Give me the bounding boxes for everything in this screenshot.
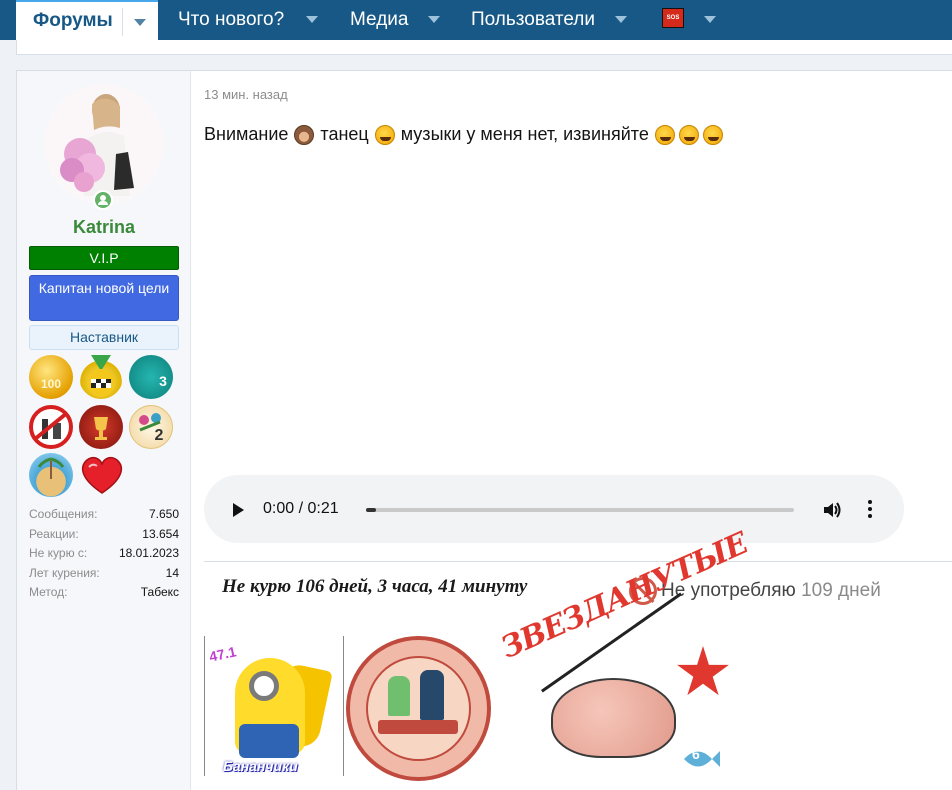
stat-value: 14 — [165, 565, 179, 580]
nav-tab-members[interactable]: Пользователи — [471, 0, 641, 40]
post-body: Внимание танец музыки у меня нет, извиня… — [204, 124, 723, 145]
message-content: 13 мин. назад Внимание танец музыки у ме… — [191, 71, 952, 790]
cup-trophy-icon[interactable] — [79, 405, 123, 449]
stat-label: Сообщения: — [29, 507, 98, 521]
audio-player: 0:00 / 0:21 — [204, 475, 904, 543]
heart-icon[interactable] — [79, 455, 125, 495]
sub-nav-bar — [16, 40, 952, 55]
avatar-image — [44, 84, 164, 204]
counter-value: 109 дней — [801, 580, 881, 601]
post-text: Внимание — [204, 124, 289, 144]
rolling-laughing-icon — [678, 124, 699, 145]
audio-time: 0:00 / 0:21 — [263, 500, 339, 517]
stat-value: Табекс — [140, 585, 179, 599]
image-number: 47.1 — [207, 643, 238, 665]
nav-tab-label: Форумы — [33, 10, 113, 31]
rolling-laughing-icon — [654, 124, 675, 145]
stat-row: Реакции: 13.654 — [29, 525, 179, 545]
trophy-label: 100 — [40, 377, 62, 391]
nav-tab-whats-new[interactable]: Что нового? — [178, 0, 328, 40]
chevron-down-icon[interactable] — [428, 16, 440, 23]
stat-label: Лет курения: — [29, 565, 100, 580]
stat-value: 18.01.2023 — [118, 546, 179, 560]
user-stats: Сообщения: 7.650 Реакции: 13.654 Не курю с… — [29, 505, 179, 603]
stat-label: Метод: — [29, 585, 68, 599]
stat-row: Метод: Табекс — [29, 583, 179, 603]
medal-100-icon[interactable]: 100 — [29, 355, 73, 399]
signature-image-month-badge: Месячник по отказу от пищевых пристрасти… — [346, 636, 491, 781]
image-badge: 6 — [692, 746, 700, 762]
audio-seek-bar[interactable] — [366, 508, 794, 512]
nav-tab-label: Что нового? — [178, 9, 285, 30]
signature-image-brain: ЗВЕЗДАНУТЫЕ 6 — [496, 526, 753, 786]
user-cell: Katrina V.I.P Капитан новой цели Наставн… — [17, 71, 191, 790]
signature-divider — [204, 561, 952, 562]
no-drinking-icon[interactable] — [29, 405, 73, 449]
sos-label: SOS — [666, 15, 680, 21]
image-caption: Бананчики — [223, 758, 298, 774]
volume-icon[interactable] — [822, 500, 842, 520]
emoji-group — [654, 124, 723, 145]
flowers-2-icon[interactable]: 2 — [129, 405, 173, 449]
nav-tab-label: Пользователи — [471, 9, 596, 30]
fish-icon — [684, 751, 720, 767]
post-text: танец — [320, 124, 369, 144]
sos-icon[interactable]: SOS — [662, 8, 684, 28]
chevron-down-icon[interactable] — [134, 19, 146, 26]
more-options-icon[interactable] — [868, 500, 872, 518]
image-ring-text: Месячник по отказу от пищевых пристрасти… — [366, 640, 487, 653]
chevron-down-icon[interactable] — [704, 16, 716, 23]
post-timestamp[interactable]: 13 мин. назад — [204, 87, 288, 102]
online-status-icon — [93, 190, 113, 210]
user-badge-captain: Капитан новой цели — [29, 275, 179, 321]
see-no-evil-monkey-icon — [294, 124, 315, 145]
trophy-label: 3 — [159, 373, 167, 389]
stat-value: 13.654 — [142, 526, 179, 541]
nav-divider — [122, 8, 123, 36]
no-alcohol-3-icon[interactable]: 3 — [129, 355, 173, 399]
play-icon[interactable] — [233, 503, 244, 517]
nav-tab-label: Медиа — [350, 9, 409, 30]
user-badge-mentor: Наставник — [29, 325, 179, 350]
signature-image-minion: 47.1 Бананчики — [204, 636, 344, 776]
stat-value: 7.650 — [148, 507, 179, 521]
username[interactable]: Katrina — [17, 217, 191, 238]
user-badge-vip: V.I.P — [29, 246, 179, 270]
stat-label: Реакции: — [29, 526, 79, 541]
stat-label: Не курю с: — [29, 546, 88, 560]
signature-counter-smoking: Не курю 106 дней, 3 часа, 41 минуту — [222, 576, 528, 597]
rolling-laughing-icon — [702, 124, 723, 145]
avatar[interactable] — [44, 84, 164, 204]
stat-row: Сообщения: 7.650 — [29, 505, 179, 525]
nav-tab-forums[interactable]: Форумы — [16, 0, 158, 40]
nav-tab-media[interactable]: Медиа — [350, 0, 450, 40]
stat-row: Не курю с: 18.01.2023 — [29, 544, 179, 564]
trophy-label: 2 — [154, 427, 164, 444]
post-text: музыки у меня нет, извиняйте — [400, 124, 649, 144]
stat-row: Лет курения: 14 — [29, 564, 179, 584]
message: Katrina V.I.P Капитан новой цели Наставн… — [16, 70, 952, 790]
top-nav: Форумы Что нового? Медиа Пользователи SO… — [0, 0, 952, 40]
grinning-face-icon — [374, 124, 395, 145]
chevron-down-icon[interactable] — [615, 16, 627, 23]
taxi-medal-icon[interactable] — [79, 355, 123, 399]
beach-island-icon[interactable] — [29, 453, 73, 497]
chevron-down-icon[interactable] — [306, 16, 318, 23]
